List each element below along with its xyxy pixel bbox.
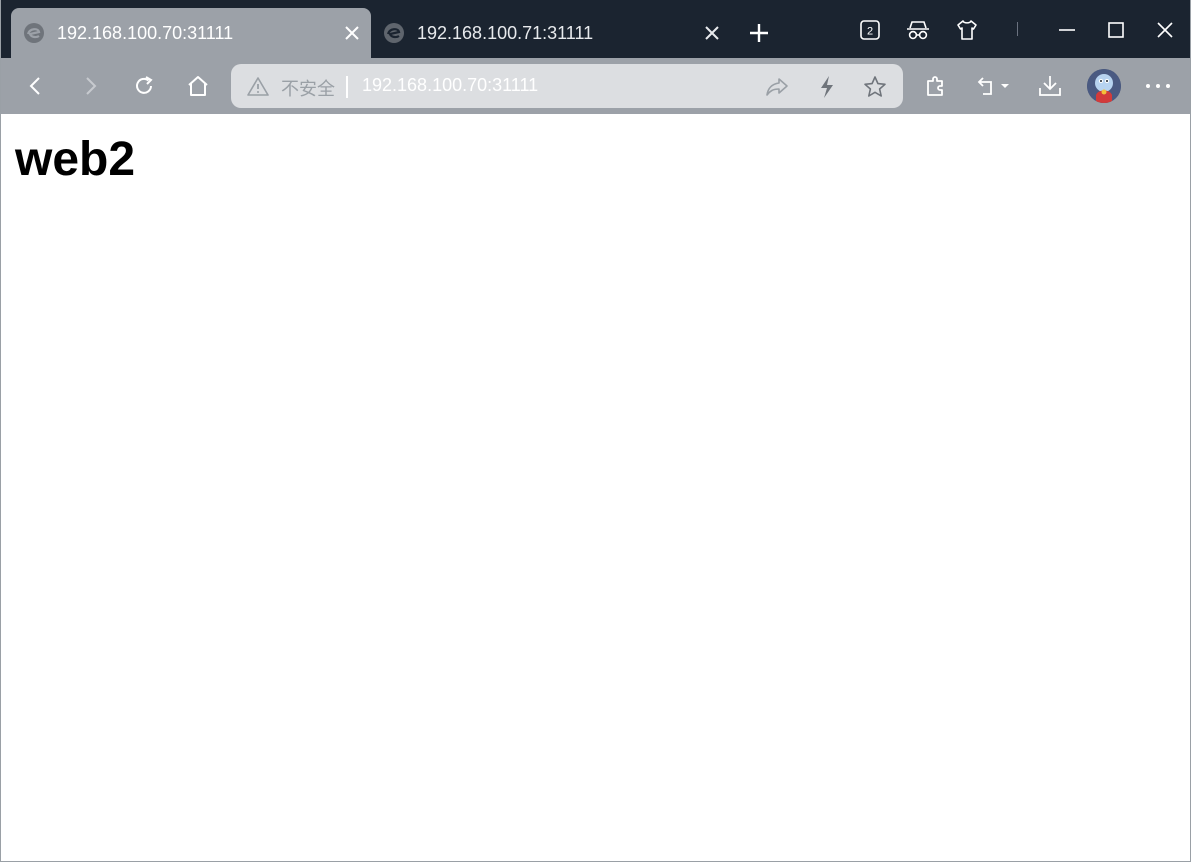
browser-window: 192.168.100.70:31111 192.168.100.71:3111… <box>0 0 1191 862</box>
skin-button[interactable] <box>948 14 986 46</box>
tab-count-button[interactable]: 2 <box>851 14 889 46</box>
reload-icon <box>136 76 153 94</box>
tab-inactive[interactable]: 192.168.100.71:31111 <box>371 8 731 58</box>
forward-arrow-icon <box>86 77 97 95</box>
reload-button[interactable] <box>124 68 164 104</box>
browser-e-logo-icon <box>383 22 405 44</box>
favorite-button[interactable] <box>859 72 891 102</box>
back-arrow-icon <box>29 77 40 95</box>
url-text[interactable]: 192.168.100.70:31111 <box>362 75 538 96</box>
toolbar-divider <box>1017 22 1018 36</box>
navigation-toolbar: 不安全 192.168.100.70:31111 <box>1 58 1190 114</box>
address-divider <box>346 76 348 98</box>
window-close-icon <box>1157 22 1173 38</box>
flash-button[interactable] <box>811 72 843 102</box>
share-button[interactable] <box>761 72 793 102</box>
close-icon[interactable] <box>697 18 727 48</box>
tab-active[interactable]: 192.168.100.70:31111 <box>11 8 371 58</box>
puzzle-icon <box>927 76 943 96</box>
home-icon <box>188 76 208 96</box>
tab-count-badge: 2 <box>867 26 873 38</box>
star-icon <box>864 76 886 97</box>
page-heading: web2 <box>15 133 136 186</box>
avatar[interactable] <box>1087 69 1121 103</box>
back-button[interactable] <box>16 68 56 104</box>
new-tab-button[interactable] <box>741 16 777 50</box>
browser-e-logo-icon <box>23 22 45 44</box>
tab-strip: 192.168.100.70:31111 192.168.100.71:3111… <box>1 0 1190 58</box>
home-button[interactable] <box>178 68 218 104</box>
window-close-button[interactable] <box>1146 14 1184 46</box>
tab-count-icon: 2 <box>860 20 880 40</box>
minimize-button[interactable] <box>1048 14 1086 46</box>
lightning-icon <box>821 76 833 98</box>
undo-dropdown-icon <box>977 77 1009 95</box>
close-icon[interactable] <box>337 18 367 48</box>
maximize-button[interactable] <box>1097 14 1135 46</box>
extensions-button[interactable] <box>916 68 956 104</box>
tab-title: 192.168.100.71:31111 <box>417 22 594 43</box>
minimize-icon <box>1059 29 1075 31</box>
plus-icon <box>750 24 768 42</box>
incognito-icon <box>907 21 929 40</box>
shirt-icon <box>957 20 977 40</box>
share-icon <box>766 78 788 96</box>
address-bar[interactable]: 不安全 192.168.100.70:31111 <box>231 64 903 108</box>
warning-icon <box>247 77 269 96</box>
security-label: 不安全 <box>281 79 335 100</box>
incognito-button[interactable] <box>899 14 937 46</box>
forward-button[interactable] <box>70 68 110 104</box>
maximize-icon <box>1108 22 1124 38</box>
download-button[interactable] <box>1030 68 1070 104</box>
more-icon <box>1146 84 1170 88</box>
more-button[interactable] <box>1138 68 1178 104</box>
tab-title: 192.168.100.70:31111 <box>57 22 234 43</box>
page-content: web2 <box>1 114 1190 861</box>
undo-button[interactable] <box>973 68 1013 104</box>
download-icon <box>1039 76 1061 96</box>
